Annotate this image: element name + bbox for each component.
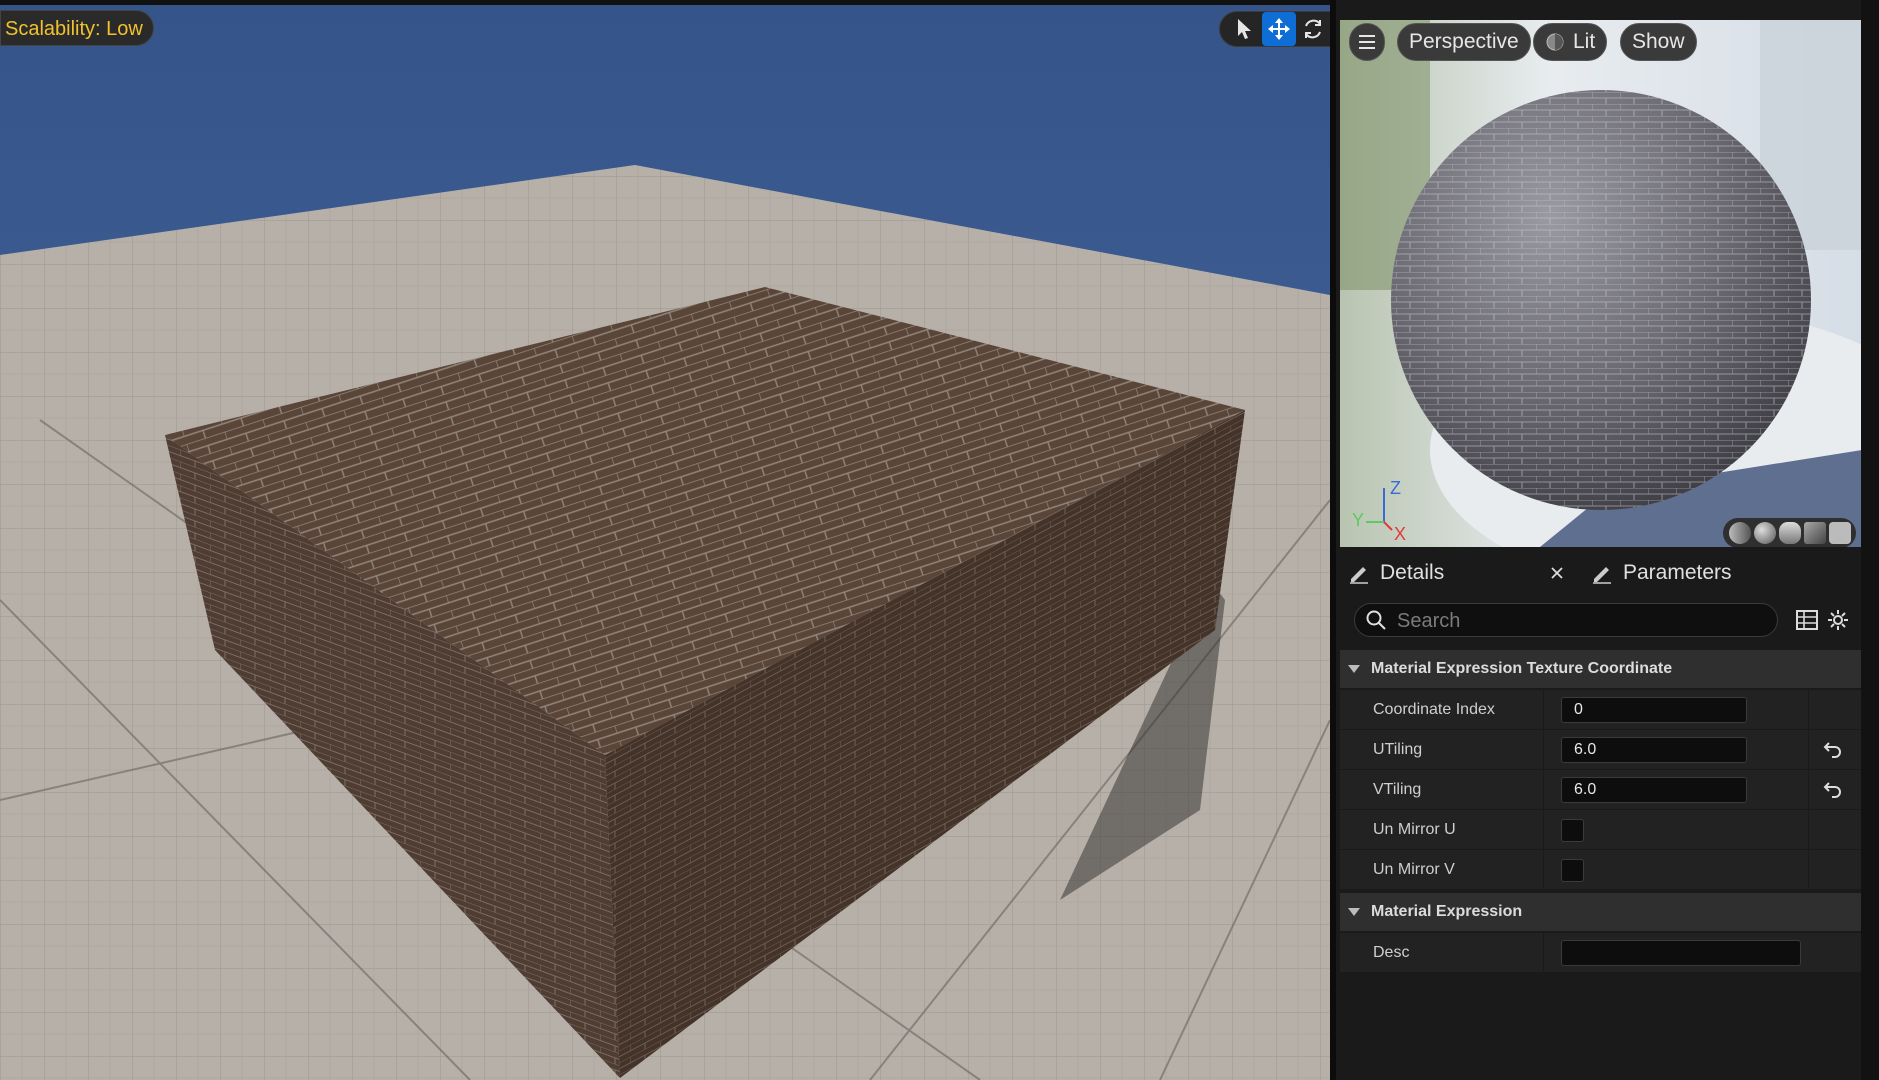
section-title: Material Expression Texture Coordinate: [1371, 660, 1673, 677]
window-right-edge: [1861, 0, 1879, 1080]
show-label: Show: [1632, 30, 1685, 53]
reset-to-default-icon[interactable]: [1823, 740, 1843, 758]
reset-to-default-icon[interactable]: [1823, 780, 1843, 798]
lit-label: Lit: [1573, 30, 1596, 53]
scalability-label: Scalability: Low: [5, 18, 143, 40]
property-label: VTiling: [1373, 781, 1422, 798]
lit-mode-button[interactable]: Lit: [1533, 23, 1608, 61]
property-row-coordinate-index: Coordinate Index 0: [1340, 690, 1862, 730]
tab-parameters[interactable]: Parameters: [1591, 553, 1732, 593]
move-tool-button[interactable]: [1262, 12, 1296, 46]
scalability-badge[interactable]: Scalability: Low: [0, 10, 154, 46]
tab-details-label: Details: [1380, 561, 1445, 584]
un-mirror-u-checkbox[interactable]: [1561, 819, 1584, 842]
cylinder-primitive-icon[interactable]: [1728, 522, 1751, 544]
move-arrows-icon: [1268, 18, 1290, 40]
column-separator[interactable]: [1543, 933, 1544, 973]
column-separator[interactable]: [1543, 730, 1544, 770]
select-tool-button[interactable]: [1228, 12, 1262, 46]
close-icon: [1551, 567, 1563, 579]
property-label: Desc: [1373, 944, 1410, 961]
property-row-un-mirror-v: Un Mirror V: [1340, 850, 1862, 890]
property-row-utiling: UTiling 6.0: [1340, 730, 1862, 770]
desc-input[interactable]: [1561, 940, 1801, 966]
property-label: Coordinate Index: [1373, 701, 1495, 718]
property-row-desc: Desc: [1340, 933, 1862, 973]
section-title: Material Expression: [1371, 903, 1523, 920]
pencil-icon: [1350, 567, 1368, 584]
property-label: Un Mirror V: [1373, 861, 1455, 878]
column-separator[interactable]: [1543, 810, 1544, 850]
material-preview-viewport[interactable]: Z Y X: [1340, 20, 1862, 547]
panel-tabs: Details Parameters: [1336, 553, 1879, 593]
material-editor-panel: Z Y X Perspective Lit Show Details Param…: [1336, 0, 1879, 1080]
property-row-vtiling: VTiling 6.0: [1340, 770, 1862, 810]
column-separator: [1808, 850, 1809, 890]
sphere-primitive-icon[interactable]: [1753, 522, 1776, 544]
collapse-triangle-icon: [1348, 908, 1360, 916]
rotate-icon: [1305, 19, 1321, 39]
scene-render: [0, 0, 1330, 1080]
cube-primitive-icon[interactable]: [1803, 522, 1826, 544]
teapot-primitive-icon[interactable]: [1828, 522, 1851, 544]
viewport-top-edge: [0, 0, 1330, 5]
show-button[interactable]: Show: [1620, 23, 1697, 61]
column-separator: [1808, 730, 1809, 770]
vtiling-input[interactable]: 6.0: [1561, 777, 1747, 803]
axis-z-label: Z: [1390, 478, 1401, 498]
gear-icon[interactable]: [1827, 609, 1849, 631]
cursor-arrow-icon: [1238, 19, 1251, 39]
table-view-icon[interactable]: [1796, 610, 1818, 630]
tab-parameters-label: Parameters: [1623, 561, 1732, 584]
hamburger-menu-icon: [1359, 35, 1375, 49]
rotate-tool-button[interactable]: [1296, 12, 1330, 46]
property-label: UTiling: [1373, 741, 1423, 758]
perspective-button[interactable]: Perspective: [1397, 23, 1531, 61]
details-search-row: [1336, 601, 1879, 639]
preview-primitive-bar: [1723, 518, 1856, 547]
search-icon: [1366, 610, 1386, 630]
column-separator[interactable]: [1543, 690, 1544, 730]
property-row-un-mirror-u: Un Mirror U: [1340, 810, 1862, 850]
column-separator: [1808, 690, 1809, 730]
search-input[interactable]: [1395, 604, 1769, 638]
column-separator[interactable]: [1543, 770, 1544, 810]
perspective-label: Perspective: [1409, 30, 1519, 53]
preview-menu-button[interactable]: [1349, 23, 1385, 61]
axis-x-label: X: [1394, 524, 1407, 544]
plane-primitive-icon[interactable]: [1778, 522, 1801, 544]
preview-render: [1340, 20, 1862, 547]
property-label: Un Mirror U: [1373, 821, 1456, 838]
section-header-texture-coordinate[interactable]: Material Expression Texture Coordinate: [1340, 650, 1862, 688]
pencil-icon: [1593, 567, 1611, 584]
collapse-triangle-icon: [1348, 665, 1360, 673]
transform-tool-group: [1219, 11, 1333, 47]
utiling-input[interactable]: 6.0: [1561, 737, 1747, 763]
lit-sphere-icon: [1546, 33, 1564, 51]
tab-details-close[interactable]: [1543, 553, 1571, 593]
level-viewport[interactable]: [0, 0, 1330, 1080]
section-header-material-expression[interactable]: Material Expression: [1340, 893, 1862, 931]
un-mirror-v-checkbox[interactable]: [1561, 859, 1584, 882]
column-separator[interactable]: [1543, 850, 1544, 890]
column-separator: [1808, 810, 1809, 850]
coordinate-index-input[interactable]: 0: [1561, 697, 1747, 723]
details-search-box[interactable]: [1354, 603, 1778, 638]
column-separator: [1808, 770, 1809, 810]
axis-y-label: Y: [1352, 510, 1365, 530]
axis-gizmo: Z Y X: [1352, 472, 1412, 544]
